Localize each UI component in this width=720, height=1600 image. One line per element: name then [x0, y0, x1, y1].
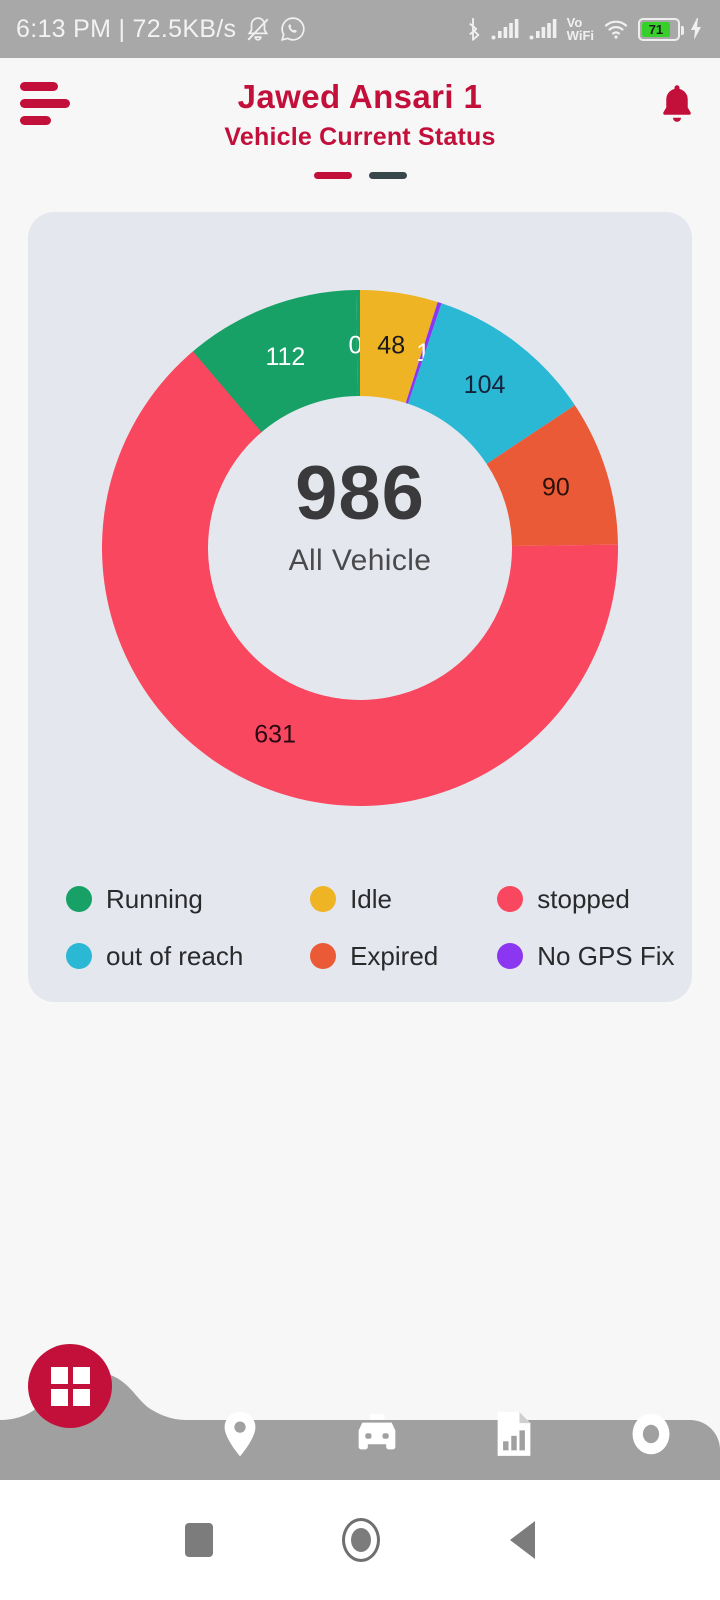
signal-bars-icon — [491, 19, 519, 40]
volte-label-bottom: WiFi — [566, 28, 594, 43]
android-recents-button[interactable] — [184, 1523, 213, 1557]
android-back-button[interactable] — [510, 1521, 536, 1559]
system-status-bar: 6:13 PM | 72.5KB/s Vo WiFi 71 — [0, 0, 720, 58]
page-body: Jawed Ansari 1 Vehicle Current Status 11… — [0, 58, 720, 1600]
legend-swatch-icon — [66, 886, 92, 913]
square-recents-icon — [184, 1523, 213, 1557]
battery-indicator: 71 — [638, 17, 684, 41]
legend-item-running[interactable]: Running — [48, 884, 310, 915]
bell-muted-icon — [247, 17, 269, 41]
page-indicator-dot-active[interactable] — [313, 171, 352, 179]
donut-slice-value: 48 — [377, 331, 405, 359]
signal-bars-icon — [529, 19, 557, 40]
circle-home-icon — [342, 1518, 381, 1562]
dashboard-fab-button[interactable] — [28, 1344, 112, 1428]
car-icon — [358, 1413, 396, 1450]
legend-label: out of reach — [106, 940, 244, 971]
legend-swatch-icon — [310, 886, 337, 913]
volte-wifi-indicator: Vo WiFi — [567, 16, 594, 42]
notification-button[interactable] — [646, 76, 700, 128]
legend-item-idle[interactable]: Idle — [310, 884, 497, 915]
android-home-button[interactable] — [342, 1518, 381, 1562]
chart-legend: Running Idle stopped out of reach Expire… — [48, 884, 675, 972]
triangle-back-icon — [510, 1521, 536, 1559]
circle-icon — [632, 1413, 670, 1455]
vehicle-status-card: 112 0 48 1 104 90 631 986 All Vehicle Running … — [28, 211, 692, 1002]
wifi-icon — [604, 20, 628, 39]
donut-chart-svg[interactable]: 112 0 48 110490631 — [50, 238, 670, 878]
page-indicator-dot-inactive[interactable] — [368, 171, 407, 179]
legend-swatch-icon — [66, 943, 92, 970]
donut-slice-value: 90 — [542, 473, 570, 501]
app-bar: Jawed Ansari 1 Vehicle Current Status — [0, 58, 720, 179]
status-bar-left: 6:13 PM | 72.5KB/s — [16, 15, 306, 44]
bottom-nav-item-location[interactable] — [171, 1410, 308, 1458]
legend-label: stopped — [537, 883, 630, 914]
charging-bolt-icon — [691, 18, 701, 40]
bottom-nav-item-vehicles[interactable] — [309, 1412, 446, 1456]
donut-slice-value: 104 — [464, 371, 506, 399]
page-indicator — [20, 171, 700, 179]
legend-item-out-of-reach[interactable]: out of reach — [48, 941, 310, 972]
legend-item-no-gps-fix[interactable]: No GPS Fix — [497, 940, 675, 972]
bottom-nav-item-reports[interactable] — [446, 1410, 583, 1458]
bluetooth-icon — [468, 18, 480, 41]
donut-chart: 112 0 48 1 104 90 631 986 All Vehicle — [48, 238, 672, 878]
bell-icon — [663, 85, 691, 122]
status-bar-time: 6:13 PM | 72.5KB/s — [16, 14, 237, 43]
legend-swatch-icon — [497, 943, 524, 970]
legend-row: out of reach Expired No GPS Fix — [48, 940, 675, 972]
page-title: Jawed Ansari 1 — [237, 78, 483, 115]
hamburger-menu-icon[interactable] — [20, 76, 74, 133]
legend-label: No GPS Fix — [537, 940, 675, 971]
app-bar-titles: Jawed Ansari 1 Vehicle Current Status — [74, 78, 646, 152]
status-bar-right: Vo WiFi 71 — [463, 16, 704, 42]
dashboard-grid-icon — [50, 1366, 90, 1406]
donut-slice-value: 631 — [254, 721, 296, 749]
page-subtitle: Vehicle Current Status — [224, 122, 496, 151]
battery-percent-label: 71 — [642, 21, 670, 37]
report-chart-icon — [497, 1412, 531, 1456]
legend-item-expired[interactable]: Expired — [310, 941, 497, 972]
donut-slice-value: 112 — [265, 343, 305, 371]
location-pin-icon — [224, 1411, 256, 1457]
legend-item-stopped[interactable]: stopped — [497, 884, 672, 915]
legend-label: Expired — [350, 940, 439, 971]
bottom-nav-item-more[interactable] — [583, 1410, 720, 1458]
legend-swatch-icon — [497, 886, 524, 913]
legend-label: Running — [106, 883, 203, 914]
whatsapp-icon — [281, 17, 305, 42]
legend-swatch-icon — [310, 943, 337, 970]
legend-row: Running Idle stopped — [48, 884, 672, 915]
bottom-navigation-bar — [0, 1344, 720, 1480]
android-navigation-bar — [0, 1480, 720, 1600]
legend-label: Idle — [350, 883, 392, 914]
